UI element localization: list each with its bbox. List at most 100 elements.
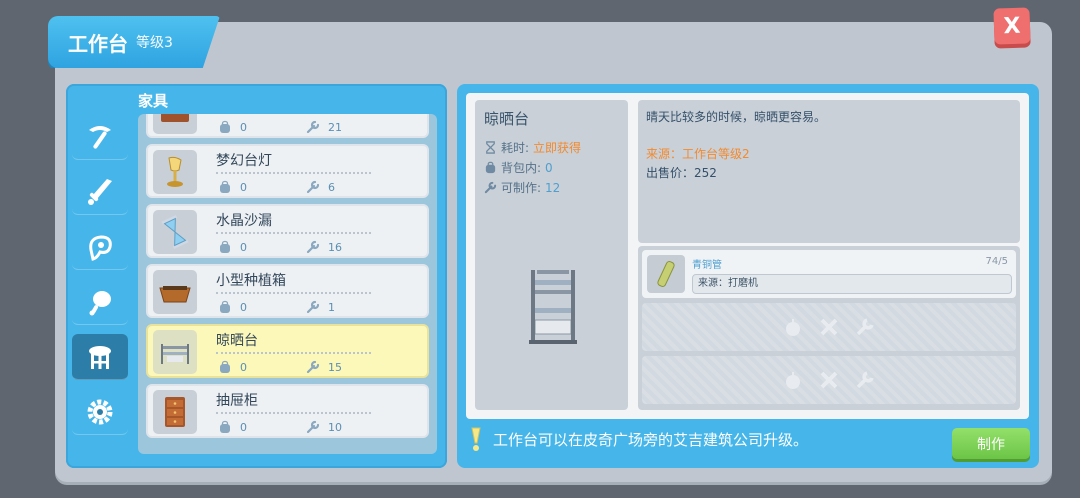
- apple-icon: [786, 372, 800, 389]
- item-craft-count: 10: [306, 420, 342, 434]
- tab-accessories[interactable]: [72, 224, 128, 270]
- detail-item-name: 晾晒台: [484, 110, 530, 128]
- craft-count: 15: [328, 360, 342, 374]
- item-bag-count: 0: [218, 300, 247, 314]
- craft-count: 1: [328, 300, 335, 314]
- description-box: 晴天比较多的时候，晾晒更容易。 来源：工作台等级2 出售价：252: [638, 100, 1020, 243]
- craft-row: 可制作: 12: [484, 179, 560, 196]
- bag-icon: [220, 180, 230, 193]
- upgrade-tip: 工作台可以在皮奇广场旁的艾吉建筑公司升级。: [469, 426, 808, 452]
- bag-count: 0: [240, 420, 247, 434]
- window-title: 工作台: [68, 31, 128, 56]
- bag-icon: [485, 161, 496, 174]
- wrench-icon: [306, 240, 320, 254]
- item-list-panel: 家具 0 21 梦幻台灯 0 6 水晶沙漏 0 16 小型种植箱 0 1 晾晒台 0 15 抽屉柜 0 10: [66, 84, 447, 468]
- bag-count: 0: [240, 360, 247, 374]
- time-value: 立即获得: [533, 141, 582, 155]
- wrench-icon: [306, 180, 320, 194]
- item-craft-count: 6: [306, 180, 335, 194]
- category-title: 家具: [138, 92, 169, 110]
- material-slot[interactable]: 青铜管 74/5 来源：打磨机: [642, 250, 1016, 298]
- cabinet-icon: [161, 114, 189, 122]
- bag-count: 0: [240, 180, 247, 194]
- item-list[interactable]: 0 21 梦幻台灯 0 6 水晶沙漏 0 16 小型种植箱 0 1 晾晒台 0 15 抽屉柜 0 10: [138, 114, 437, 454]
- planter-icon: [159, 286, 191, 303]
- drawer-icon: [165, 397, 185, 427]
- wrench-icon: [484, 181, 497, 194]
- workbench-level: 等级3: [136, 35, 173, 51]
- bag-icon: [220, 120, 230, 133]
- wrench-icon: [856, 371, 874, 389]
- item-bag-count: 0: [218, 360, 247, 374]
- drying-rack-icon: [161, 344, 189, 364]
- wrench-icon: [306, 420, 320, 434]
- item-craft-count: 16: [306, 240, 342, 254]
- list-item[interactable]: 水晶沙漏 0 16: [146, 204, 429, 258]
- tab-parts[interactable]: [72, 389, 128, 435]
- item-craft-count: 1: [306, 300, 335, 314]
- item-description: 晴天比较多的时候，晾晒更容易。: [646, 110, 827, 124]
- close-button[interactable]: X: [993, 7, 1031, 45]
- apple-icon: [786, 319, 800, 336]
- bag-count: 0: [240, 120, 247, 134]
- wrench-icon: [306, 120, 320, 134]
- item-thumb: [153, 270, 197, 314]
- item-name: 抽屉柜: [216, 390, 371, 414]
- craft-count: 10: [328, 420, 342, 434]
- make-button[interactable]: 制作: [952, 428, 1030, 459]
- bag-value: 0: [545, 160, 553, 175]
- craft-count: 21: [328, 120, 342, 134]
- time-row: 耗时: 立即获得: [484, 139, 581, 156]
- materials-box: 青铜管 74/5 来源：打磨机: [638, 246, 1020, 410]
- list-item[interactable]: 小型种植箱 0 1: [146, 264, 429, 318]
- list-item[interactable]: 抽屉柜 0 10: [146, 384, 429, 438]
- detail-panel: 晾晒台 耗时: 立即获得 背包内: 0 可制作: 12 晴天比较多的时候，晾晒更…: [457, 84, 1039, 468]
- list-item[interactable]: 晾晒台 0 15: [146, 324, 429, 378]
- accessory-icon: [89, 234, 112, 261]
- tab-weapons[interactable]: [72, 169, 128, 215]
- sword-icon: [88, 178, 112, 205]
- material-slot-empty: [642, 356, 1016, 404]
- detail-content: 晾晒台 耗时: 立即获得 背包内: 0 可制作: 12 晴天比较多的时候，晾晒更…: [466, 93, 1029, 419]
- tab-food[interactable]: [72, 279, 128, 325]
- tip-text: 工作台可以在皮奇广场旁的艾吉建筑公司升级。: [493, 430, 809, 449]
- material-slot-empty: [642, 303, 1016, 351]
- item-name: 小型种植箱: [216, 270, 371, 294]
- furniture-icon: [89, 345, 111, 369]
- sell-price: 出售价：252: [646, 166, 717, 180]
- list-item[interactable]: 0 21: [146, 114, 429, 138]
- item-bag-count: 0: [218, 420, 247, 434]
- hourglass-icon: [486, 141, 495, 154]
- hourglass-icon: [161, 215, 189, 249]
- material-count: 74/5: [985, 256, 1008, 267]
- craft-value: 12: [545, 180, 561, 195]
- list-item[interactable]: 梦幻台灯 0 6: [146, 144, 429, 198]
- wrench-icon: [306, 300, 320, 314]
- craft-label: 可制作:: [501, 181, 542, 195]
- bag-label: 背包内:: [501, 161, 542, 175]
- material-thumb: [647, 255, 685, 293]
- item-source: 来源：工作台等级2: [646, 147, 750, 161]
- item-bag-count: 0: [218, 180, 247, 194]
- tab-furniture[interactable]: [72, 334, 128, 380]
- bag-count: 0: [240, 300, 247, 314]
- bronze-pipe-icon: [657, 261, 675, 287]
- item-thumb: [153, 114, 197, 134]
- cross-icon: [820, 318, 838, 336]
- item-info: 晾晒台 耗时: 立即获得 背包内: 0 可制作: 12: [475, 100, 628, 410]
- wrench-icon: [856, 318, 874, 336]
- item-thumb: [153, 390, 197, 434]
- item-craft-count: 21: [306, 120, 342, 134]
- time-label: 耗时:: [501, 141, 530, 155]
- item-craft-count: 15: [306, 360, 342, 374]
- bag-icon: [220, 360, 230, 373]
- item-thumb: [153, 330, 197, 374]
- tab-tools[interactable]: [72, 114, 128, 160]
- exclamation-icon: [471, 427, 481, 451]
- cross-icon: [820, 371, 838, 389]
- lamp-icon: [167, 156, 183, 187]
- bag-row: 背包内: 0: [484, 159, 553, 176]
- craft-count: 6: [328, 180, 335, 194]
- gear-icon: [87, 399, 113, 424]
- wrench-icon: [306, 360, 320, 374]
